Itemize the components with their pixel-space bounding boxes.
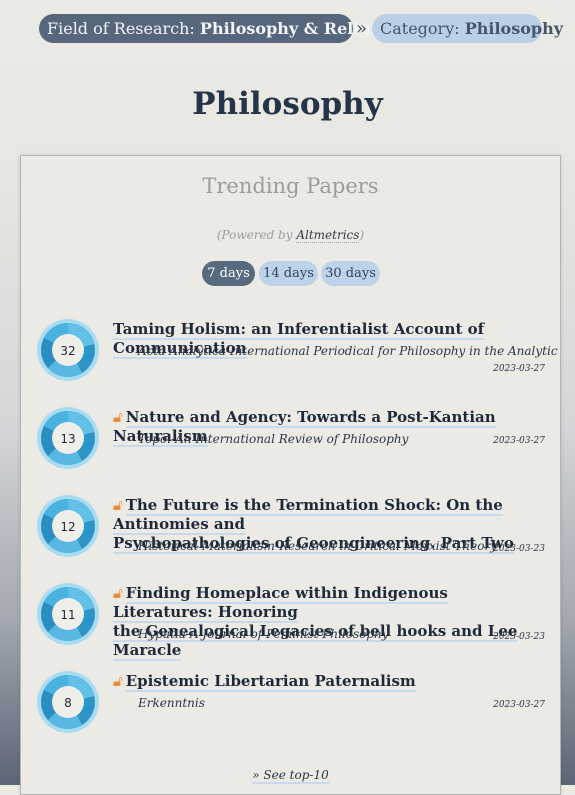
journal-name: Hypatia-A Journal of Feminist Philosophy [138, 627, 389, 641]
altmetrics-link[interactable]: Altmetrics [296, 228, 360, 243]
open-access-lock-icon: 🔓︎ [113, 584, 123, 602]
journal-name: Erkenntnis [138, 696, 205, 710]
score-label: 8 [64, 696, 72, 710]
tab-30-days[interactable]: 30 days [321, 261, 380, 286]
see-top-10-link[interactable]: » See top-10 [21, 768, 560, 784]
publish-date: 2023-03-27 [493, 436, 545, 446]
score-label: 32 [60, 344, 75, 358]
open-access-lock-icon: 🔓︎ [113, 496, 123, 514]
breadcrumb-field-name: Philosophy & Religion [199, 19, 399, 38]
breadcrumb-separator: » [356, 18, 368, 39]
breadcrumb-category-name: Philosophy [464, 19, 564, 38]
paper-title[interactable]: 🔓︎ Finding Homeplace within Indigenous Li… [113, 584, 550, 661]
score-label: 11 [60, 608, 75, 622]
altmetric-donut-icon[interactable]: 32 [36, 318, 100, 382]
publish-date: 2023-03-23 [493, 544, 545, 554]
altmetric-donut-icon[interactable]: 11 [36, 582, 100, 646]
publish-date: 2023-03-27 [493, 700, 545, 710]
journal-name: Topoi-An International Review of Philoso… [138, 432, 409, 446]
page-title: Philosophy [192, 86, 383, 122]
trending-papers-panel: Trending Papers (Powered by Altmetrics) … [20, 155, 561, 795]
altmetric-donut-icon[interactable]: 8 [36, 670, 100, 734]
period-tabs: 7 days 14 days 30 days [21, 261, 560, 287]
breadcrumb: Field of Research: Philosophy & Religion… [0, 14, 575, 44]
score-label: 12 [60, 520, 75, 534]
breadcrumb-category-prefix: Category: [380, 19, 465, 38]
journal-name: Acta Analytica-International Periodical … [138, 344, 558, 358]
score-label: 13 [60, 432, 75, 446]
tab-7-days[interactable]: 7 days [202, 261, 255, 286]
breadcrumb-field-prefix: Field of Research: [47, 19, 200, 38]
open-access-lock-icon: 🔓︎ [113, 408, 123, 426]
publish-date: 2023-03-23 [493, 632, 545, 642]
journal-name: Historical Materialism-Research in Criti… [138, 539, 497, 553]
powered-by: (Powered by Altmetrics) [21, 228, 560, 243]
powered-prefix: (Powered by [216, 228, 297, 242]
open-access-lock-icon: 🔓︎ [113, 672, 123, 690]
paper-title[interactable]: 🔓︎ Epistemic Libertarian Paternalism [113, 672, 550, 692]
publish-date: 2023-03-27 [493, 364, 545, 374]
breadcrumb-category[interactable]: Category: Philosophy [372, 14, 563, 43]
panel-title: Trending Papers [202, 174, 379, 198]
tab-14-days[interactable]: 14 days [259, 261, 318, 286]
altmetric-donut-icon[interactable]: 13 [36, 406, 100, 470]
altmetric-donut-icon[interactable]: 12 [36, 494, 100, 558]
breadcrumb-field[interactable]: Field of Research: Philosophy & Religion [39, 14, 399, 43]
powered-suffix: ) [359, 228, 365, 242]
